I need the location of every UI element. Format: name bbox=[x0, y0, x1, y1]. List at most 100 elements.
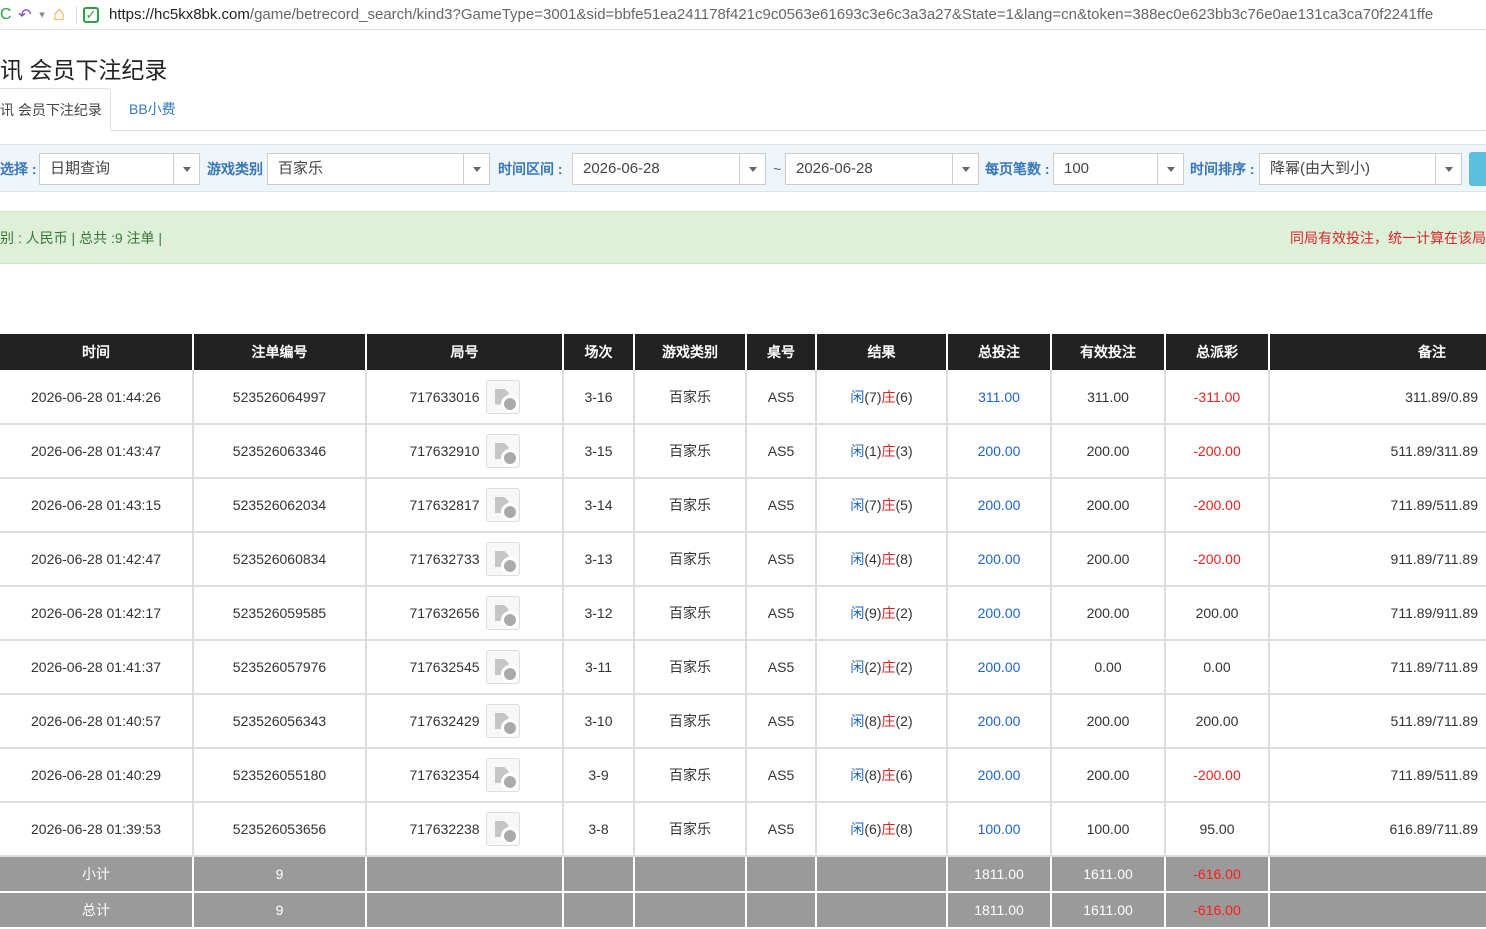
bet-time-cell: 2026-06-28 01:41:37 bbox=[0, 640, 194, 695]
table-number-cell: AS5 bbox=[746, 478, 817, 533]
total-valid-cell: 1611.00 bbox=[1051, 856, 1166, 893]
video-replay-icon[interactable] bbox=[485, 434, 520, 468]
note-cell: 911.89/711.89 bbox=[1269, 532, 1486, 587]
time-sort-select[interactable]: 降幂(由大到小) bbox=[1259, 153, 1462, 185]
empty-cell bbox=[563, 856, 635, 893]
valid-bet-cell: 200.00 bbox=[1051, 478, 1166, 533]
total-bet-link[interactable]: 200.00 bbox=[947, 478, 1052, 533]
game-type-cell: 百家乐 bbox=[634, 478, 747, 533]
banker-score: (8) bbox=[895, 821, 913, 837]
total-bet-link[interactable]: 200.00 bbox=[947, 748, 1052, 803]
game-number-cell: 3-13 bbox=[563, 532, 635, 587]
banker-label: 庄 bbox=[881, 497, 896, 513]
game-type-cell: 百家乐 bbox=[634, 640, 747, 695]
subtotal-row: 小计 9 1811.00 1611.00 -616.00 bbox=[0, 856, 1486, 893]
round-cell-content: 717632238 bbox=[367, 812, 562, 846]
time-sort-value: 降幂(由大到小) bbox=[1270, 160, 1370, 177]
video-replay-icon[interactable] bbox=[485, 379, 520, 414]
round-cell: 717632817 bbox=[366, 478, 564, 533]
banker-label: 庄 bbox=[881, 443, 896, 459]
table-header-row: 时间 注单编号 局号 场次 游戏类别 桌号 结果 总投注 有效投注 总派彩 备注 bbox=[0, 334, 1486, 370]
order-number-cell: 523526064997 bbox=[193, 370, 367, 425]
table-row: 2026-06-28 01:41:37 523526057976 717632545… bbox=[0, 640, 1486, 695]
tab-bb-tips[interactable]: BB小费 bbox=[115, 88, 190, 131]
table-row: 2026-06-28 01:44:26 523526064997 717633016… bbox=[0, 370, 1486, 425]
date-from-select[interactable]: 2026-06-28 bbox=[572, 153, 766, 185]
result-cell: 闲(2)庄(2) bbox=[816, 640, 948, 695]
valid-bet-cell: 200.00 bbox=[1051, 532, 1166, 587]
banker-score: (8) bbox=[895, 551, 913, 567]
query-type-select[interactable]: 日期查询 bbox=[39, 153, 200, 185]
player-label: 闲 bbox=[850, 497, 865, 513]
valid-bet-cell: 0.00 bbox=[1051, 640, 1166, 695]
order-number-cell: 523526063346 bbox=[193, 424, 367, 479]
total-bet-link[interactable]: 200.00 bbox=[947, 532, 1052, 587]
bet-time-cell: 2026-06-28 01:42:17 bbox=[0, 586, 194, 641]
round-number: 717632817 bbox=[409, 497, 480, 513]
game-type-select[interactable]: 百家乐 bbox=[267, 153, 490, 185]
payout-cell: -200.00 bbox=[1165, 748, 1270, 803]
time-range-label: 时间区间 : bbox=[498, 161, 563, 177]
result-cell: 闲(7)庄(5) bbox=[816, 478, 948, 533]
empty-cell bbox=[1269, 892, 1486, 929]
total-bet-link[interactable]: 200.00 bbox=[947, 424, 1052, 479]
game-type-cell: 百家乐 bbox=[634, 802, 747, 857]
round-cell-content: 717632733 bbox=[367, 542, 562, 576]
player-score: (1) bbox=[864, 443, 882, 459]
total-bet-link[interactable]: 200.00 bbox=[947, 640, 1052, 695]
video-replay-icon[interactable] bbox=[485, 542, 520, 576]
game-type-value: 百家乐 bbox=[278, 160, 324, 177]
note-cell: 511.89/311.89 bbox=[1269, 424, 1486, 479]
video-replay-icon[interactable] bbox=[485, 596, 520, 630]
player-score: (8) bbox=[864, 713, 882, 729]
game-type-label: 游戏类别 bbox=[207, 161, 263, 177]
url-field[interactable]: https://hc5kx8bk.com/game/betrecord_sear… bbox=[109, 6, 1486, 23]
empty-cell bbox=[746, 856, 817, 893]
reload-icon[interactable]: C bbox=[0, 4, 14, 26]
empty-cell bbox=[746, 892, 817, 929]
player-score: (2) bbox=[864, 659, 882, 675]
video-replay-icon[interactable] bbox=[485, 650, 520, 684]
table-row: 2026-06-28 01:42:17 523526059585 717632656… bbox=[0, 586, 1486, 641]
dropdown-icon[interactable]: ▾ bbox=[36, 4, 48, 26]
undo-icon[interactable]: ↶ bbox=[14, 4, 36, 26]
video-replay-icon[interactable] bbox=[485, 704, 520, 738]
bet-time-cell: 2026-06-28 01:43:15 bbox=[0, 478, 194, 533]
per-page-select[interactable]: 100 bbox=[1053, 153, 1184, 185]
round-cell: 717632910 bbox=[366, 424, 564, 479]
order-number-cell: 523526060834 bbox=[193, 532, 367, 587]
order-number-cell: 523526059585 bbox=[193, 586, 367, 641]
query-type-value: 日期查询 bbox=[50, 160, 111, 177]
home-icon[interactable]: ⌂ bbox=[48, 3, 70, 26]
table-number-cell: AS5 bbox=[746, 532, 817, 587]
table-row: 2026-06-28 01:39:53 523526053656 717632238… bbox=[0, 802, 1486, 857]
table-row: 2026-06-28 01:43:15 523526062034 717632817… bbox=[0, 478, 1486, 533]
date-to-select[interactable]: 2026-06-28 bbox=[785, 153, 979, 185]
player-label: 闲 bbox=[850, 659, 865, 675]
bet-records-table: 时间 注单编号 局号 场次 游戏类别 桌号 结果 总投注 有效投注 总派彩 备注 2026-06-2… bbox=[0, 334, 1486, 929]
tab-bar: 讯 会员下注纪录 BB小费 bbox=[0, 88, 1486, 131]
bet-time-cell: 2026-06-28 01:40:29 bbox=[0, 748, 194, 803]
player-score: (6) bbox=[864, 821, 882, 837]
video-replay-icon[interactable] bbox=[485, 812, 520, 846]
bet-time-cell: 2026-06-28 01:39:53 bbox=[0, 802, 194, 857]
player-score: (8) bbox=[864, 767, 882, 783]
result-cell: 闲(4)庄(8) bbox=[816, 532, 948, 587]
payout-cell: -200.00 bbox=[1165, 424, 1270, 479]
result-cell: 闲(7)庄(6) bbox=[816, 370, 948, 425]
video-replay-icon[interactable] bbox=[485, 488, 520, 522]
player-score: (7) bbox=[864, 388, 882, 405]
column-header: 局号 bbox=[366, 334, 564, 370]
total-bet-link[interactable]: 100.00 bbox=[947, 802, 1052, 857]
video-replay-icon[interactable] bbox=[485, 758, 520, 792]
note-cell: 711.89/911.89 bbox=[1269, 586, 1486, 641]
game-type-cell: 百家乐 bbox=[634, 424, 747, 479]
total-bet-link[interactable]: 200.00 bbox=[947, 694, 1052, 749]
total-bet-link[interactable]: 200.00 bbox=[947, 586, 1052, 641]
query-button[interactable] bbox=[1469, 152, 1486, 186]
total-bet-link[interactable]: 311.00 bbox=[947, 370, 1052, 425]
chevron-down-icon bbox=[952, 154, 978, 184]
table-row: 2026-06-28 01:40:57 523526056343 717632429… bbox=[0, 694, 1486, 749]
banker-label: 庄 bbox=[881, 659, 896, 675]
tab-bet-records[interactable]: 讯 会员下注纪录 bbox=[0, 88, 111, 131]
